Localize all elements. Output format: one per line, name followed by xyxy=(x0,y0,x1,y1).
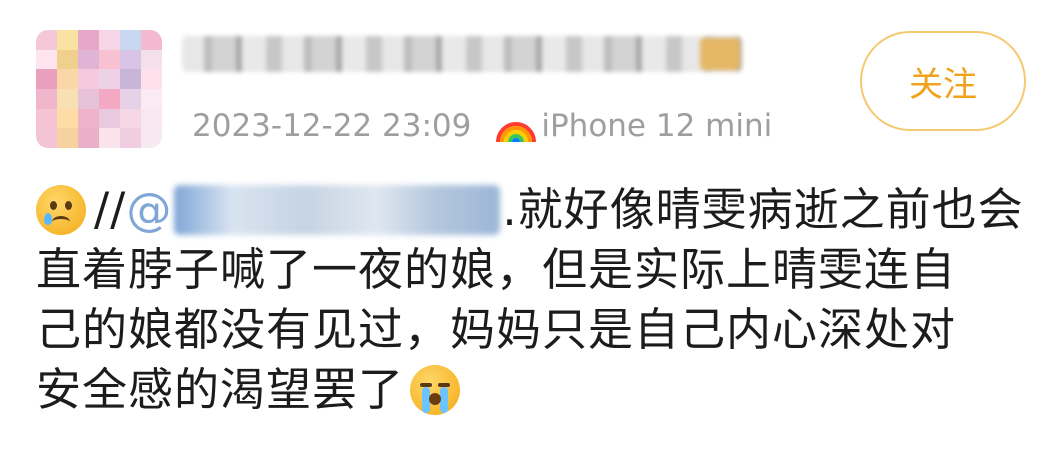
avatar-pixel xyxy=(120,30,141,50)
avatar-pixel xyxy=(120,108,141,129)
content-text-4: 安全感的渴望罢了 xyxy=(36,363,405,416)
content-line-4: 安全感的渴望罢了 xyxy=(36,360,1036,420)
mention-username-blurred[interactable] xyxy=(174,185,501,235)
avatar-pixel xyxy=(141,49,162,70)
avatar-pixel xyxy=(141,108,162,129)
user-avatar[interactable] xyxy=(36,30,162,148)
avatar-pixel xyxy=(57,108,78,129)
avatar-pixel xyxy=(36,69,57,89)
avatar-pixel xyxy=(78,30,99,50)
avatar-pixel xyxy=(99,108,120,129)
avatar-pixel xyxy=(99,69,120,89)
rainbow-icon xyxy=(496,122,537,143)
avatar-pixel xyxy=(99,88,120,109)
mention-at: @ xyxy=(126,183,173,236)
content-line-2: 直着脖子喊了一夜的娘，但是实际上晴雯连自 xyxy=(36,243,957,296)
avatar-pixel xyxy=(141,128,162,148)
avatar-pixel xyxy=(78,128,99,148)
avatar-pixel xyxy=(99,49,120,70)
avatar-pixel xyxy=(57,49,78,70)
repost-slashes: // xyxy=(94,183,127,236)
device-name: iPhone 12 mini xyxy=(541,108,773,144)
avatar-pixel xyxy=(120,69,141,89)
avatar-pixel xyxy=(78,88,99,109)
avatar-pixel xyxy=(78,69,99,89)
crying-emoji-icon xyxy=(410,365,461,415)
post-device: iPhone 12 mini xyxy=(495,106,772,146)
avatar-pixel xyxy=(36,49,57,70)
username-blurred[interactable] xyxy=(182,36,742,72)
post-content: // @ .就好像晴雯病逝之前也会 直着脖子喊了一夜的娘，但是实际上晴雯连自 己… xyxy=(36,180,1036,420)
avatar-pixel xyxy=(36,108,57,129)
avatar-pixel xyxy=(141,69,162,89)
content-text-1: .就好像晴雯病逝之前也会 xyxy=(502,183,1024,236)
post-meta: 2023-12-22 23:09 iPhone 12 mini xyxy=(192,104,772,148)
content-line-3: 己的娘都没有见过，妈妈只是自己内心深处对 xyxy=(36,303,957,356)
avatar-pixel xyxy=(36,128,57,148)
avatar-pixel xyxy=(36,88,57,109)
avatar-pixel xyxy=(120,88,141,109)
avatar-pixel xyxy=(99,128,120,148)
avatar-pixel xyxy=(57,128,78,148)
avatar-pixel xyxy=(78,108,99,129)
avatar-pixel xyxy=(141,88,162,109)
avatar-pixel xyxy=(57,88,78,109)
avatar-pixel xyxy=(57,69,78,89)
sad-tear-emoji-icon xyxy=(36,185,86,235)
follow-button[interactable]: 关注 xyxy=(860,31,1026,131)
avatar-pixel xyxy=(120,128,141,148)
content-line-1: // @ .就好像晴雯病逝之前也会 xyxy=(36,180,1036,240)
avatar-pixel xyxy=(36,30,57,50)
avatar-pixel xyxy=(57,30,78,50)
avatar-pixel xyxy=(78,49,99,70)
avatar-pixel xyxy=(141,30,162,50)
avatar-pixel xyxy=(99,30,120,50)
avatar-pixel xyxy=(120,49,141,70)
post-timestamp: 2023-12-22 23:09 xyxy=(192,108,472,144)
